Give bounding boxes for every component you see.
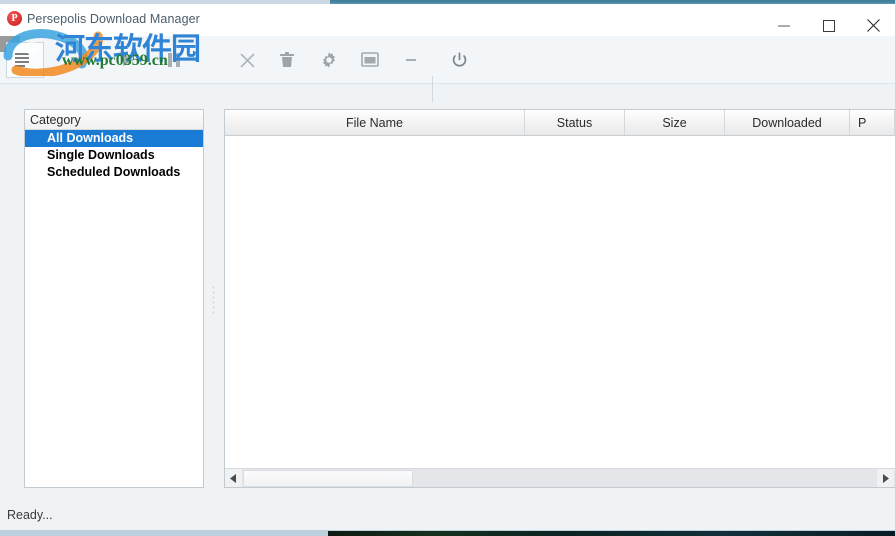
status-message: Ready... (7, 508, 53, 522)
minus-icon[interactable] (393, 44, 429, 76)
power-icon[interactable] (441, 44, 477, 76)
window-title: Persepolis Download Manager (27, 12, 200, 26)
play-icon[interactable] (110, 44, 146, 76)
triangle-left-icon[interactable] (225, 469, 242, 487)
category-list[interactable]: All Downloads Single Downloads Scheduled… (25, 130, 203, 181)
category-header: Category (25, 110, 203, 130)
gear-icon[interactable] (311, 44, 347, 76)
category-panel: Category All Downloads Single Downloads … (24, 109, 204, 488)
app-icon-letter: P (11, 13, 18, 24)
sidebar-item-single-downloads[interactable]: Single Downloads (25, 147, 203, 164)
column-header-status[interactable]: Status (525, 110, 625, 135)
column-header-percent[interactable]: P (850, 110, 895, 135)
maximize-icon[interactable] (806, 4, 851, 36)
persepolis-main-window: P Persepolis Download Manager Category A… (0, 4, 895, 531)
pane-splitter-handle[interactable] (208, 109, 220, 488)
pause-icon[interactable] (156, 44, 192, 76)
column-header-size[interactable]: Size (625, 110, 725, 135)
downloads-table-header: File Name Status Size Downloaded P (225, 110, 895, 136)
close-icon[interactable] (851, 4, 895, 36)
splitter-grip-dots (212, 285, 215, 315)
status-bar: Ready... (0, 503, 895, 531)
downloads-table-panel: File Name Status Size Downloaded P (224, 109, 895, 488)
trash-icon[interactable] (269, 44, 305, 76)
persepolis-logo-icon: P (7, 11, 22, 26)
sidebar-item-scheduled-downloads[interactable]: Scheduled Downloads (25, 164, 203, 181)
horizontal-scrollbar[interactable] (225, 468, 895, 487)
x-cross-icon[interactable] (229, 44, 265, 76)
triangle-right-icon[interactable] (877, 469, 894, 487)
sidebar-item-all-downloads[interactable]: All Downloads (25, 130, 203, 147)
minimize-icon[interactable] (761, 4, 806, 36)
scrollbar-thumb[interactable] (243, 470, 413, 487)
toolbar-separator (432, 76, 433, 102)
column-header-file-name[interactable]: File Name (225, 110, 525, 135)
desktop-background-bottom-dark (328, 531, 895, 536)
title-bar: P Persepolis Download Manager (0, 4, 895, 36)
plus-icon[interactable] (64, 44, 100, 76)
hamburger-list-icon[interactable] (6, 42, 44, 78)
main-toolbar (0, 36, 895, 102)
window-restore-icon[interactable] (352, 44, 388, 76)
column-header-downloaded[interactable]: Downloaded (725, 110, 850, 135)
downloads-table-body[interactable] (225, 136, 895, 466)
